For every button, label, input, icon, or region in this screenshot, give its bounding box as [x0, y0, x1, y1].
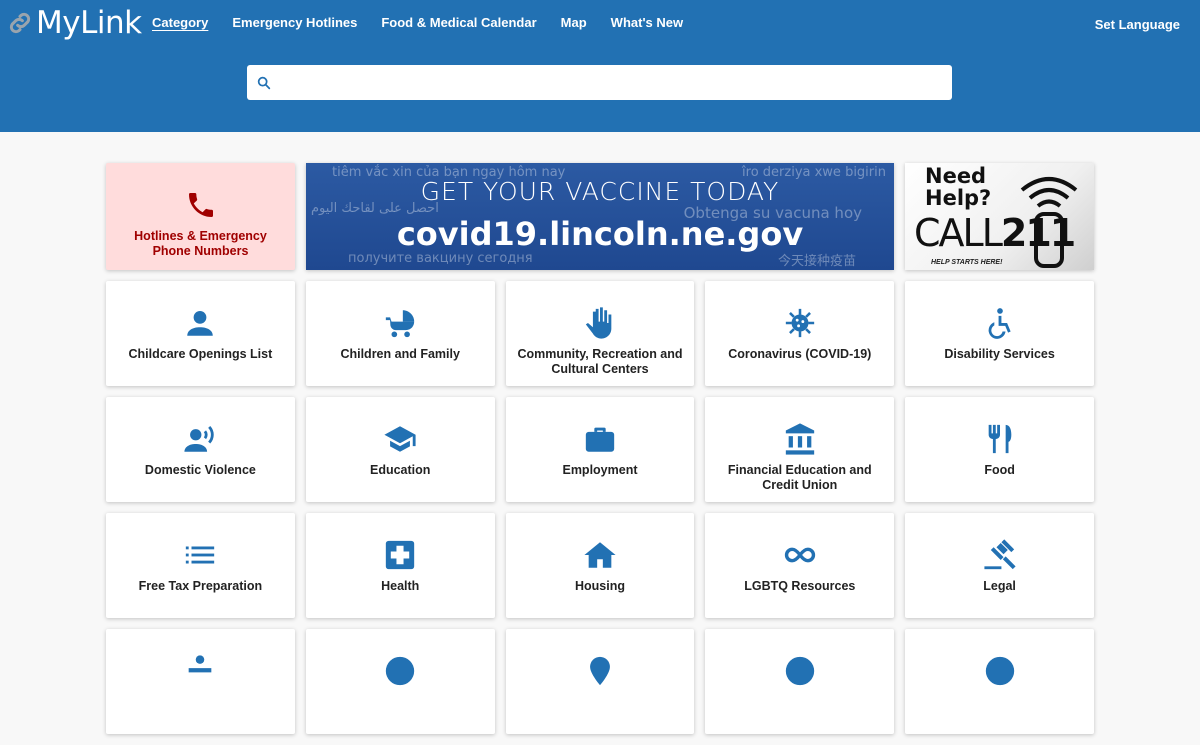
category-row-2: Domestic Violence Education Employment F…	[106, 397, 1094, 502]
utensils-icon	[988, 424, 1011, 454]
graduation-cap-icon	[384, 426, 416, 452]
category-label: Disability Services	[944, 347, 1055, 361]
category-label: Children and Family	[340, 347, 460, 361]
category-card-disability[interactable]: Disability Services	[905, 281, 1094, 386]
category-label: Community, Recreation and Cultural Cente…	[517, 347, 683, 376]
category-label: Legal	[983, 579, 1016, 593]
virus-icon	[785, 308, 814, 338]
category-row-4-partial	[106, 629, 1094, 734]
category-row-1: Childcare Openings List Children and Fam…	[106, 281, 1094, 386]
hotline-card[interactable]: Hotlines & Emergency Phone Numbers	[106, 163, 295, 270]
link-icon	[9, 12, 31, 34]
category-card-employment[interactable]: Employment	[505, 397, 695, 502]
search-input[interactable]	[280, 65, 952, 100]
house-icon	[584, 542, 616, 568]
bank-icon	[785, 423, 814, 455]
category-card-partial[interactable]	[305, 629, 495, 734]
set-language-button[interactable]: Set Language	[1095, 17, 1180, 32]
phone-icon	[188, 193, 213, 217]
category-card-children-family[interactable]: Children and Family	[305, 281, 495, 386]
category-label: LGBTQ Resources	[744, 579, 856, 593]
category-label: Financial Education and Credit Union	[727, 463, 872, 492]
top-navbar: MyLink Category Emergency Hotlines Food …	[0, 0, 1200, 48]
category-label: Housing	[574, 579, 625, 593]
category-label: Domestic Violence	[144, 463, 256, 477]
category-card-lgbtq[interactable]: LGBTQ Resources	[705, 513, 895, 618]
banner-url: covid19.lincoln.ne.gov	[396, 215, 804, 253]
speaking-person-icon	[184, 425, 215, 452]
hand-icon	[585, 307, 612, 339]
help-text: Help?	[925, 186, 992, 210]
banner-translation-ru: получите вакцину сегодня	[348, 251, 533, 266]
category-card-childcare[interactable]: Childcare Openings List	[106, 281, 295, 386]
category-grid: Hotlines & Emergency Phone Numbers tiêm …	[106, 163, 1094, 745]
category-card-education[interactable]: Education	[305, 397, 495, 502]
header: MyLink Category Emergency Hotlines Food …	[0, 0, 1200, 132]
category-card-coronavirus[interactable]: Coronavirus (COVID-19)	[705, 281, 895, 386]
nav-food-medical-calendar[interactable]: Food & Medical Calendar	[381, 15, 536, 30]
nav-category[interactable]: Category	[152, 15, 208, 30]
category-card-health[interactable]: Health	[305, 513, 495, 618]
briefcase-icon	[585, 427, 615, 452]
call-211-banner[interactable]: Need Help? CALL211 HELP STARTS HERE!	[905, 163, 1094, 270]
category-card-food[interactable]: Food	[905, 397, 1094, 502]
category-label: Childcare Openings List	[128, 347, 273, 361]
phone-signal-icon	[1020, 177, 1078, 268]
partial-icon	[590, 656, 610, 686]
wheelchair-icon	[988, 308, 1011, 339]
hotline-label: Hotlines & Emergency Phone Numbers	[134, 229, 267, 258]
category-card-legal[interactable]: Legal	[905, 513, 1094, 618]
call-211-tagline: HELP STARTS HERE!	[931, 259, 1003, 266]
category-card-community[interactable]: Community, Recreation and Cultural Cente…	[505, 281, 695, 386]
partial-icon	[189, 655, 212, 673]
nav-map[interactable]: Map	[561, 15, 587, 30]
need-help-text: Need Help?	[925, 165, 991, 209]
category-card-housing[interactable]: Housing	[505, 513, 695, 618]
category-label: Health	[381, 579, 420, 593]
category-row-3: Free Tax Preparation Health Housing LGBT…	[106, 513, 1094, 618]
category-card-partial[interactable]	[905, 629, 1094, 734]
category-card-partial[interactable]	[505, 629, 695, 734]
person-icon	[187, 310, 214, 336]
category-label: Coronavirus (COVID-19)	[728, 347, 872, 361]
partial-icon	[785, 656, 814, 686]
category-label: Food	[984, 463, 1015, 477]
logo[interactable]: MyLink	[6, 4, 142, 42]
search-bar	[247, 65, 952, 100]
logo-text: MyLink	[36, 5, 142, 41]
nav-emergency-hotlines[interactable]: Emergency Hotlines	[232, 15, 357, 30]
category-card-free-tax[interactable]: Free Tax Preparation	[106, 513, 295, 618]
banner-headline: GET YOUR VACCINE TODAY	[420, 177, 780, 206]
category-label: Employment	[562, 463, 638, 477]
need-text: Need	[925, 164, 987, 188]
category-card-domestic-violence[interactable]: Domestic Violence	[106, 397, 295, 502]
call-word: CALL	[914, 211, 1003, 255]
category-label: Free Tax Preparation	[138, 579, 263, 593]
partial-icon	[985, 656, 1014, 686]
stroller-icon	[386, 310, 415, 338]
infinity-icon	[784, 547, 815, 563]
list-icon	[186, 546, 215, 564]
featured-row: Hotlines & Emergency Phone Numbers tiêm …	[106, 163, 1094, 270]
medical-cross-icon	[386, 540, 415, 570]
category-card-partial[interactable]	[106, 629, 295, 734]
gavel-icon	[983, 539, 1016, 570]
category-card-partial[interactable]	[705, 629, 895, 734]
partial-icon	[386, 656, 415, 686]
category-card-financial[interactable]: Financial Education and Credit Union	[705, 397, 895, 502]
category-label: Education	[369, 463, 431, 477]
vaccine-banner[interactable]: tiêm vắc xin của bạn ngay hôm nay îro de…	[306, 163, 894, 270]
nav-whats-new[interactable]: What's New	[611, 15, 683, 30]
search-icon	[257, 76, 271, 89]
main-nav: Category Emergency Hotlines Food & Medic…	[152, 15, 707, 30]
